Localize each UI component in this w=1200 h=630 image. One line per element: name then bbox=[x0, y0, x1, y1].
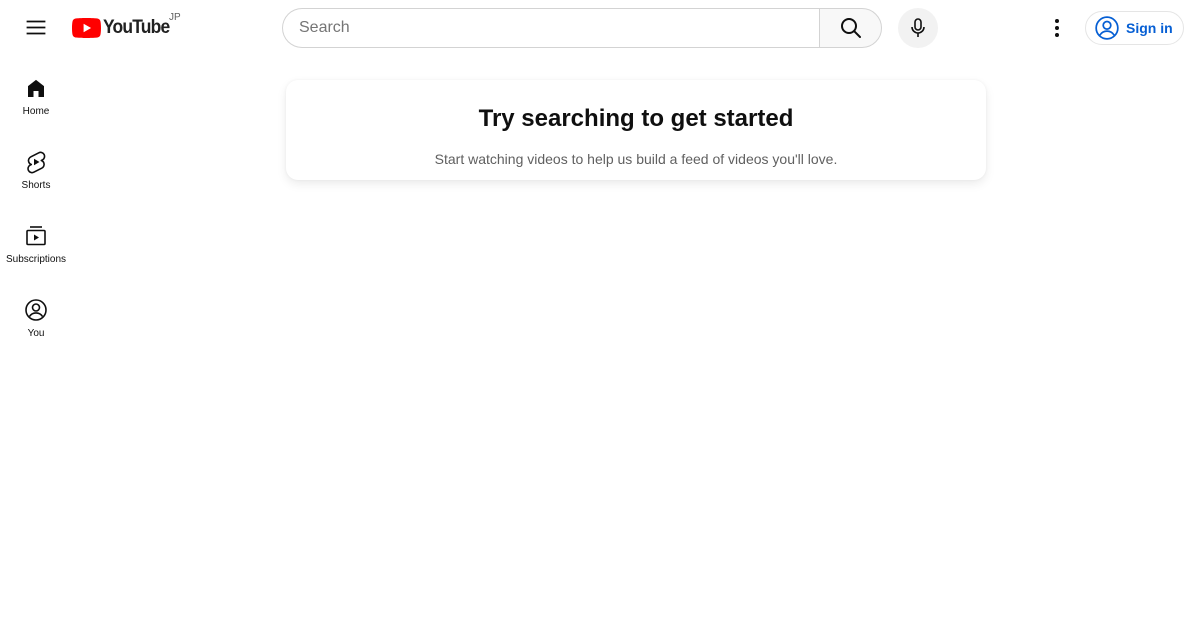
sidebar-item-subscriptions[interactable]: Subscriptions bbox=[4, 204, 68, 278]
prompt-subtitle: Start watching videos to help us build a… bbox=[434, 151, 838, 167]
sidebar-item-label: Home bbox=[22, 106, 50, 117]
sidebar-item-you[interactable]: You bbox=[4, 278, 68, 352]
shorts-icon bbox=[27, 151, 46, 174]
search-icon bbox=[840, 18, 861, 38]
voice-search-button[interactable] bbox=[898, 8, 938, 48]
prompt-title: Try searching to get started bbox=[478, 105, 794, 132]
search-button[interactable] bbox=[819, 8, 882, 48]
account-circle-icon bbox=[1095, 16, 1119, 40]
hamburger-menu-icon bbox=[26, 20, 46, 35]
guide-menu-button[interactable] bbox=[16, 8, 56, 48]
region-code: JP bbox=[169, 12, 181, 23]
sidebar-item-label: Shorts bbox=[21, 180, 51, 191]
home-icon bbox=[28, 79, 44, 97]
youtube-play-icon bbox=[72, 18, 101, 38]
sign-in-button[interactable]: Sign in bbox=[1085, 11, 1184, 45]
microphone-icon bbox=[911, 18, 925, 37]
account-icon bbox=[25, 299, 47, 321]
sidebar-item-home[interactable]: Home bbox=[4, 56, 68, 130]
logo-wordmark: YouTube bbox=[103, 17, 170, 38]
sidebar-item-label: You bbox=[27, 328, 45, 339]
youtube-logo[interactable]: YouTube bbox=[72, 17, 175, 39]
search-box[interactable] bbox=[282, 8, 819, 48]
sign-in-label: Sign in bbox=[1126, 20, 1173, 36]
search-input[interactable] bbox=[299, 19, 819, 37]
subscriptions-icon bbox=[26, 226, 46, 246]
settings-more-button[interactable] bbox=[1037, 8, 1077, 48]
masthead: YouTube JP Sign in bbox=[0, 0, 1200, 56]
sidebar-item-shorts[interactable]: Shorts bbox=[4, 130, 68, 204]
empty-feed-prompt: Try searching to get started Start watch… bbox=[286, 80, 986, 180]
search-form bbox=[282, 8, 882, 48]
more-vertical-icon bbox=[1055, 19, 1059, 37]
sidebar-item-label: Subscriptions bbox=[5, 254, 67, 265]
